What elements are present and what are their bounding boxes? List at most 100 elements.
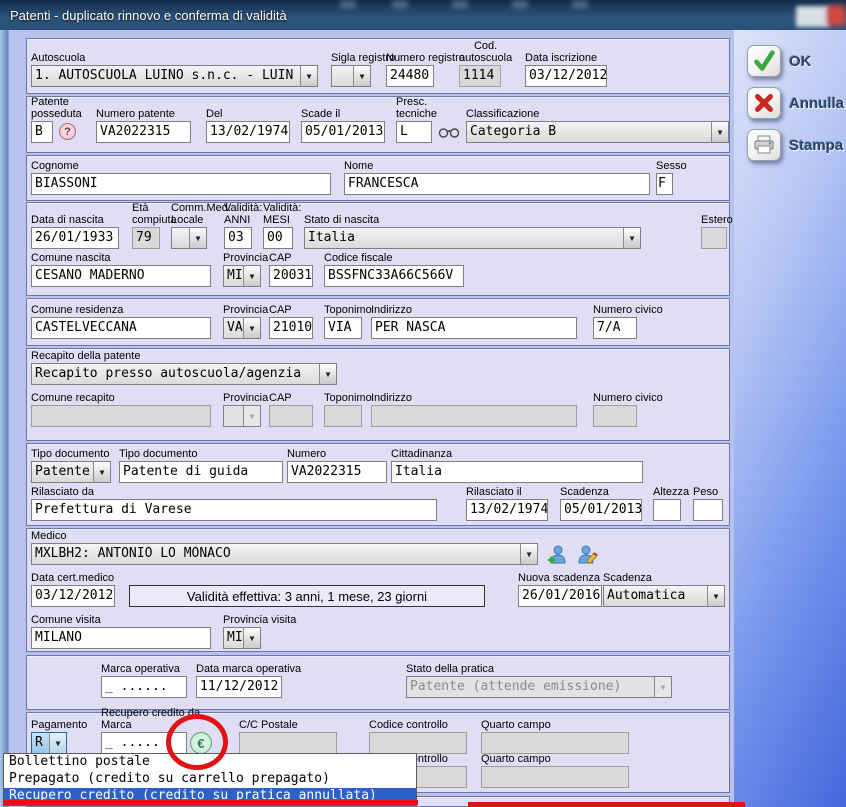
eta-compiuta-label: Etàcompiuta xyxy=(132,202,177,226)
provincia-visita-label: Provincia visita xyxy=(223,614,296,626)
numero-registro-group: Numero registro 24480 xyxy=(386,65,434,87)
cognome-field[interactable]: BIASSONI xyxy=(31,173,331,195)
scadenza-documento-field[interactable]: 05/01/2013 xyxy=(560,499,642,521)
data-iscrizione-field[interactable]: 03/12/2012 xyxy=(525,65,607,87)
data-cert-medico-field[interactable]: 03/12/2012 xyxy=(31,585,115,607)
data-marca-operativa-field[interactable]: 11/12/2012 xyxy=(196,676,282,698)
scadenza-medico-combo[interactable]: Automatica▼ xyxy=(603,585,725,607)
indirizzo-residenza-field[interactable]: PER NASCA xyxy=(371,317,577,339)
dropdown-item-prepagato[interactable]: Prepagato (credito su carrello prepagato… xyxy=(4,771,416,788)
cap-nascita-field[interactable]: 20031 xyxy=(269,265,313,287)
eyeglasses-icon xyxy=(438,126,460,144)
marca-operativa-field[interactable]: _ ...... xyxy=(101,676,187,698)
data-nascita-field[interactable]: 26/01/1933 xyxy=(31,227,119,249)
comune-residenza-label: Comune residenza xyxy=(31,304,123,316)
indirizzo-recapito-field xyxy=(371,405,577,427)
comune-recapito-field xyxy=(31,405,211,427)
comune-visita-field[interactable]: MILANO xyxy=(31,627,211,649)
numero-registro-label: Numero registro xyxy=(386,52,465,64)
chevron-down-icon: ▼ xyxy=(520,544,537,564)
pagamento-combo[interactable]: R▼ xyxy=(31,732,67,754)
data-nascita-group: Data di nascita 26/01/1933 xyxy=(31,227,119,249)
validita-anni-group: Validità:ANNI 03 xyxy=(224,227,252,249)
medico-combo[interactable]: MXLBH2: ANTONIO LO MONACO▼ xyxy=(31,543,538,565)
tipo-documento-combo[interactable]: Patente▼ xyxy=(31,461,111,483)
numero-civico-recapito-field xyxy=(593,405,637,427)
tipo-documento-field[interactable]: Patente di guida xyxy=(119,461,283,483)
annotation-underline-left xyxy=(3,800,418,805)
presc-tecniche-field[interactable]: L xyxy=(396,121,432,143)
cittadinanza-field[interactable]: Italia xyxy=(391,461,643,483)
numero-documento-group: Numero VA2022315 xyxy=(287,461,387,483)
title-bar: Patenti - duplicato rinnovo e conferma d… xyxy=(0,0,846,30)
autoscuola-label: Autoscuola xyxy=(31,52,85,64)
ok-button[interactable]: OK xyxy=(747,45,812,77)
cognome-label: Cognome xyxy=(31,160,79,172)
provincia-nascita-combo[interactable]: MI▼ xyxy=(223,265,261,287)
comm-med-locale-combo[interactable]: ▼ xyxy=(171,227,207,249)
patente-posseduta-field[interactable]: B xyxy=(31,121,53,143)
toponimo-recapito-field xyxy=(324,405,362,427)
nome-label: Nome xyxy=(344,160,373,172)
stampa-label: Stampa xyxy=(789,137,843,154)
add-medico-icon[interactable] xyxy=(546,544,568,571)
comune-residenza-group: Comune residenza CASTELVECCANA xyxy=(31,317,211,339)
comune-recapito-label: Comune recapito xyxy=(31,392,115,404)
validita-anni-label: Validità:ANNI xyxy=(224,202,262,226)
stato-nascita-label: Stato di nascita xyxy=(304,214,379,226)
provincia-residenza-combo[interactable]: VA▼ xyxy=(223,317,261,339)
section-residenza: Comune residenza CASTELVECCANA Provincia… xyxy=(26,298,730,346)
stampa-button[interactable]: Stampa xyxy=(747,129,843,161)
sigla-registro-combo[interactable]: ▼ xyxy=(331,65,371,87)
codice-fiscale-field[interactable]: BSSFNC33A66C566V xyxy=(324,265,464,287)
nuova-scadenza-field[interactable]: 26/01/2016 xyxy=(518,585,602,607)
numero-civico-residenza-field[interactable]: 7/A xyxy=(593,317,637,339)
numero-registro-field[interactable]: 24480 xyxy=(386,65,434,87)
autoscuola-combo[interactable]: 1. AUTOSCUOLA LUINO s.n.c. - LUIN▼ xyxy=(31,65,318,87)
chevron-down-icon: ▼ xyxy=(654,677,671,697)
altezza-field[interactable] xyxy=(653,499,681,521)
taskbar-blur-artifact xyxy=(572,0,588,9)
rilasciato-da-label: Rilasciato da xyxy=(31,486,94,498)
close-button[interactable] xyxy=(827,5,846,26)
cap-residenza-field[interactable]: 21010 xyxy=(269,317,313,339)
rilasciato-da-field[interactable]: Prefettura di Varese xyxy=(31,499,437,521)
recapito-patente-combo[interactable]: Recapito presso autoscuola/agenzia▼ xyxy=(31,363,337,385)
numero-patente-field[interactable]: VA2022315 xyxy=(96,121,191,143)
presc-tecniche-label: Presc.tecniche xyxy=(396,96,437,120)
provincia-visita-combo[interactable]: MI▼ xyxy=(223,627,261,649)
chevron-down-icon: ▼ xyxy=(189,228,206,248)
toponimo-residenza-field[interactable]: VIA xyxy=(324,317,362,339)
scadenza-medico-group: Scadenza Automatica▼ xyxy=(603,585,725,607)
comm-med-locale-group: Comm.Med.Locale ▼ xyxy=(171,227,207,249)
eta-compiuta-field: 79 xyxy=(132,227,160,249)
indirizzo-recapito-label: Indirizzo xyxy=(371,392,412,404)
comune-visita-label: Comune visita xyxy=(31,614,101,626)
validita-anni-field[interactable]: 03 xyxy=(224,227,252,249)
tipo-documento-combo-label: Tipo documento xyxy=(31,448,109,460)
del-field[interactable]: 13/02/1974 xyxy=(206,121,290,143)
nome-field[interactable]: FRANCESCA xyxy=(344,173,650,195)
edit-medico-icon[interactable] xyxy=(576,544,598,571)
validita-mesi-field[interactable]: 00 xyxy=(263,227,293,249)
classificazione-combo[interactable]: Categoria B▼ xyxy=(466,121,729,143)
help-icon[interactable]: ? xyxy=(59,123,76,140)
sesso-field[interactable]: F xyxy=(656,173,673,195)
window-title: Patenti - duplicato rinnovo e conferma d… xyxy=(10,8,287,23)
annulla-button[interactable]: Annulla xyxy=(747,87,844,119)
codice-controllo-group: Codice controllo xyxy=(369,732,467,754)
stato-nascita-group: Stato di nascita Italia▼ xyxy=(304,227,641,249)
numero-documento-field[interactable]: VA2022315 xyxy=(287,461,387,483)
cittadinanza-label: Cittadinanza xyxy=(391,448,452,460)
quarto-campo-label: Quarto campo xyxy=(481,719,551,731)
quarto-campo2-label: Quarto campo xyxy=(481,753,551,765)
rilasciato-il-field[interactable]: 13/02/1974 xyxy=(466,499,548,521)
cittadinanza-group: Cittadinanza Italia xyxy=(391,461,643,483)
stato-nascita-combo[interactable]: Italia▼ xyxy=(304,227,641,249)
quarto-campo2-field xyxy=(481,766,629,788)
peso-field[interactable] xyxy=(693,499,723,521)
nome-group: Nome FRANCESCA xyxy=(344,173,650,195)
scade-il-field[interactable]: 05/01/2013 xyxy=(301,121,385,143)
comune-residenza-field[interactable]: CASTELVECCANA xyxy=(31,317,211,339)
comune-nascita-field[interactable]: CESANO MADERNO xyxy=(31,265,211,287)
